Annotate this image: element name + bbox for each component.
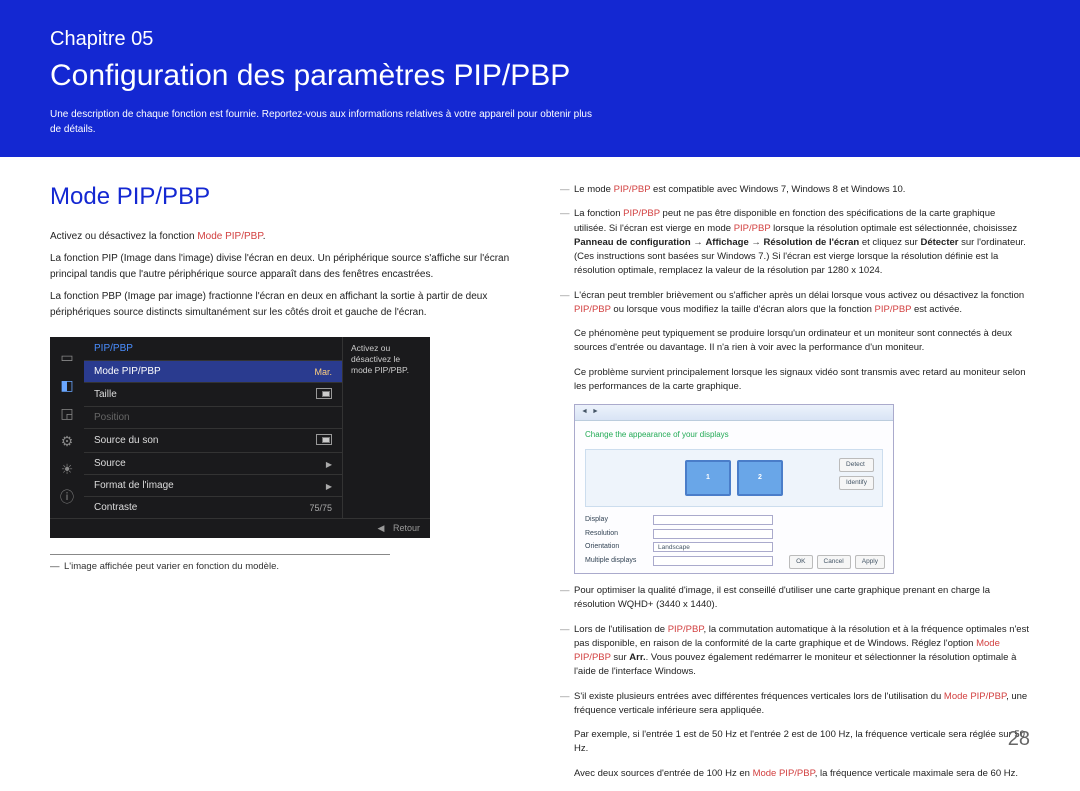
osd-row-label: Contraste (94, 502, 137, 513)
section-title: Mode PIP/PBP (50, 183, 520, 211)
page-number: 28 (1008, 728, 1030, 751)
note-flicker: L'écran peut trembler brièvement ou s'af… (560, 289, 1030, 318)
panel-heading: Change the appearance of your displays (585, 429, 883, 441)
window-titlebar: ◄ ► (575, 405, 893, 421)
fwd-icon[interactable]: ► (592, 407, 599, 418)
page-header: Chapitre 05 Configuration des paramètres… (0, 0, 1080, 157)
back-arrow-icon[interactable]: ◀ (378, 523, 385, 533)
note-vfreq: S'il existe plusieurs entrées avec diffé… (560, 690, 1030, 719)
osd-footer: ◀ Retour (50, 518, 430, 538)
intro-paragraph-3: La fonction PBP (Image par image) fracti… (50, 289, 520, 321)
osd-row-4[interactable]: Source ▶ (84, 452, 342, 474)
osd-main: PIP/PBP Mode PIP/PBP Mar. Taille Position So… (84, 337, 342, 518)
note-compat: Le mode PIP/PBP est compatible avec Wind… (560, 183, 1030, 197)
chapter-label: Chapitre 05 (50, 28, 1030, 51)
system-icon[interactable]: ☀ (50, 455, 84, 483)
osd-row-value: 75/75 (309, 503, 332, 513)
back-label[interactable]: Retour (393, 523, 420, 533)
osd-row-value: Mar. (314, 367, 332, 377)
note-optimize: Pour optimiser la qualité d'image, il es… (560, 584, 1030, 613)
win-setting-label: Resolution (585, 529, 645, 540)
osd-row-6[interactable]: Contraste 75/75 (84, 496, 342, 518)
osd-menu: ▭ ◧ ◲ ⚙ ☀ ⓘ PIP/PBP Mode PIP/PBP Mar. Tail… (50, 337, 430, 518)
osd-row-0[interactable]: Mode PIP/PBP Mar. (84, 360, 342, 382)
osd-help-text: Activez ou désactivez le mode PIP/PBP. (342, 337, 430, 518)
osd-row-value (316, 388, 332, 401)
osd-row-value: ▶ (326, 481, 332, 491)
back-icon[interactable]: ◄ (581, 407, 588, 418)
note-flicker-sub2: Ce problème survient principalement lors… (560, 366, 1030, 395)
win-setting-select[interactable] (653, 529, 773, 539)
identify-button[interactable]: Identify (839, 476, 874, 490)
win-setting-row-0: Display (585, 515, 883, 526)
monitor-2[interactable]: 2 (737, 460, 783, 496)
note-vfreq-example: Par exemple, si l'entrée 1 est de 50 Hz … (560, 728, 1030, 757)
osd-row-5[interactable]: Format de l'image ▶ (84, 474, 342, 496)
osd-row-value: ▶ (326, 459, 332, 469)
left-column: Mode PIP/PBP Activez ou désactivez la fo… (50, 183, 520, 791)
osd-row-label: Position (94, 412, 130, 423)
osd-row-label: Source (94, 458, 126, 469)
win-setting-row-1: Resolution (585, 529, 883, 540)
osd-row-label: Format de l'image (94, 480, 174, 491)
osd-row-value (316, 434, 332, 447)
osd-row-label: Source du son (94, 435, 159, 446)
info-icon[interactable]: ⓘ (50, 483, 84, 511)
apply-button[interactable]: Apply (855, 555, 885, 569)
osd-row-2[interactable]: Position (84, 406, 342, 428)
right-column: Le mode PIP/PBP est compatible avec Wind… (560, 183, 1030, 791)
win-setting-label: Orientation (585, 542, 645, 553)
osd-sidebar: ▭ ◧ ◲ ⚙ ☀ ⓘ (50, 337, 84, 518)
footnote: ―L'image affichée peut varier en fonctio… (50, 561, 520, 572)
win-setting-select[interactable]: Landscape (653, 542, 773, 552)
display-arrangement[interactable]: 1 2 Detect Identify (585, 449, 883, 507)
note-auto-switch: Lors de l'utilisation de PIP/PBP, la com… (560, 623, 1030, 680)
cancel-button[interactable]: Cancel (817, 555, 851, 569)
win-setting-label: Multiple displays (585, 556, 645, 567)
osd-title: PIP/PBP (84, 337, 342, 360)
monitor-icon[interactable]: ▭ (50, 343, 84, 371)
header-description: Une description de chaque fonction est f… (50, 107, 600, 137)
osd-row-label: Mode PIP/PBP (94, 366, 161, 377)
win-setting-select[interactable] (653, 515, 773, 525)
note-availability: La fonction PIP/PBP peut ne pas être dis… (560, 207, 1030, 278)
pip-icon[interactable]: ◧ (50, 371, 84, 399)
win-setting-label: Display (585, 515, 645, 526)
osd-row-label: Taille (94, 389, 117, 400)
monitor-1[interactable]: 1 (685, 460, 731, 496)
detect-button[interactable]: Detect (839, 458, 874, 472)
page-title: Configuration des paramètres PIP/PBP (50, 59, 1030, 93)
intro-paragraph-2: La fonction PIP (Image dans l'image) div… (50, 251, 520, 283)
win-setting-row-2: Orientation Landscape (585, 542, 883, 553)
note-flicker-sub1: Ce phénomène peut typiquement se produir… (560, 327, 1030, 356)
windows-display-panel: ◄ ► Change the appearance of your displa… (574, 404, 894, 574)
osd-row-1[interactable]: Taille (84, 382, 342, 406)
win-setting-select[interactable] (653, 556, 773, 566)
settings-icon[interactable]: ⚙ (50, 427, 84, 455)
display-icon[interactable]: ◲ (50, 399, 84, 427)
ok-button[interactable]: OK (789, 555, 812, 569)
divider (50, 554, 390, 555)
intro-paragraph-1: Activez ou désactivez la fonction Mode P… (50, 229, 520, 245)
note-vfreq-100hz: Avec deux sources d'entrée de 100 Hz en … (560, 767, 1030, 781)
osd-row-3[interactable]: Source du son (84, 428, 342, 452)
